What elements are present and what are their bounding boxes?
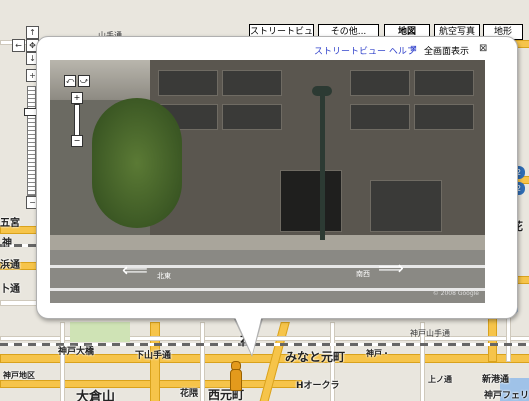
map-label: 五宮 xyxy=(0,218,20,229)
zoom-slider-track[interactable] xyxy=(27,86,36,196)
map-label: 卜通 xyxy=(0,284,20,295)
map-label: 神戸・ xyxy=(366,349,390,358)
sv-rotate-left-icon[interactable]: ⤺ xyxy=(64,75,76,87)
map-park xyxy=(70,322,130,342)
sv-arrow-right-icon[interactable]: ⟹ xyxy=(378,258,404,279)
sv-tree xyxy=(92,98,182,228)
sv-window xyxy=(222,70,282,96)
sv-window xyxy=(350,104,410,130)
sv-zoom-in-button[interactable]: + xyxy=(71,92,83,104)
map-road xyxy=(60,322,65,401)
sv-entrance xyxy=(280,170,342,232)
map-label: 神 xyxy=(2,238,12,249)
map-label: 下山手通 xyxy=(135,351,172,361)
map-road xyxy=(150,322,160,401)
sv-rotate-right-icon[interactable]: ⤻ xyxy=(78,75,90,87)
map-road xyxy=(200,322,205,401)
sv-direction-label: 南西 xyxy=(356,270,370,278)
sv-window xyxy=(370,180,442,232)
sv-direction-label: 北東 xyxy=(157,272,171,280)
sv-window xyxy=(414,70,474,96)
sv-road xyxy=(50,250,485,303)
fullscreen-link[interactable]: 全画面表示 xyxy=(424,44,469,57)
map-label: みなと元町 xyxy=(285,350,346,364)
sv-arrow-left-icon[interactable]: ⟸ xyxy=(122,260,148,281)
street-view-panorama[interactable]: ⤺ ⤻ + − ⟸ 北東 南西 ⟹ © 2008 Google xyxy=(50,60,485,303)
map-road xyxy=(0,300,38,306)
map-label: Hオークラ xyxy=(296,381,340,391)
pan-left-icon[interactable]: ← xyxy=(12,39,25,52)
sv-copyright: © 2008 Google xyxy=(432,290,479,297)
map-label: 神戸フェリ xyxy=(484,391,529,401)
sv-road-line xyxy=(50,288,485,291)
popup-tail xyxy=(234,315,262,355)
map-label: 神戸山手通 xyxy=(410,329,450,338)
map-label: 神戸大橋 xyxy=(58,347,95,357)
pan-up-icon[interactable]: ↑ xyxy=(26,26,39,39)
sv-window xyxy=(414,104,474,130)
map-label: 花隈 xyxy=(180,389,199,399)
pegman-body-icon[interactable] xyxy=(230,369,242,391)
fullscreen-icon[interactable]: ⊠ xyxy=(410,44,417,53)
sv-window xyxy=(222,104,282,130)
sv-window xyxy=(350,70,410,96)
map-label: 新港通 xyxy=(482,375,510,385)
map-label: 大倉山 xyxy=(76,390,116,401)
street-view-help-link[interactable]: ストリートビュー ヘルプ xyxy=(314,44,416,57)
sv-window xyxy=(158,70,218,96)
map-label: 上ノ通 xyxy=(428,375,452,384)
sv-zoom-slider[interactable] xyxy=(74,104,80,136)
close-icon[interactable]: ⊠ xyxy=(479,43,487,54)
map-label: 神戸地区 xyxy=(3,371,35,380)
sv-zoom-out-button[interactable]: − xyxy=(71,135,83,147)
sv-road-line xyxy=(50,265,485,268)
sv-pole xyxy=(320,90,325,240)
map-label: 浜通 xyxy=(0,260,20,271)
